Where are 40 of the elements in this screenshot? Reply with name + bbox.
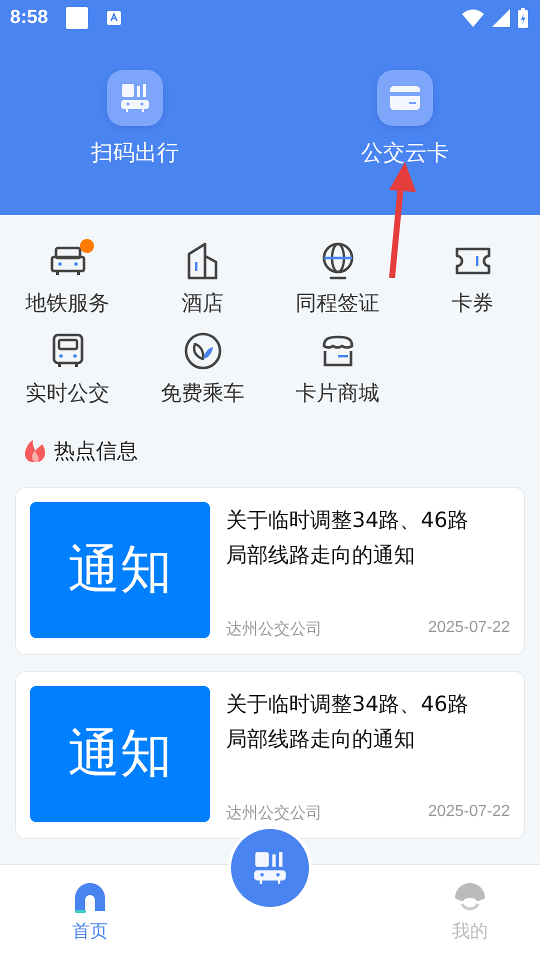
service-item[interactable]: 酒店 [135, 241, 270, 317]
notice-thumbnail: 通知 [30, 502, 210, 638]
header-action[interactable]: 扫码出行 [55, 70, 215, 168]
leaf-icon [184, 332, 222, 370]
wifi-icon [462, 9, 484, 27]
flame-icon [22, 438, 48, 464]
news-date: 2025-07-22 [428, 619, 510, 638]
header-action[interactable]: 公交云卡 [325, 70, 485, 168]
bus-icon [120, 83, 150, 113]
news-title: 关于临时调整34路、46路局部线路走向的通知 [226, 507, 470, 569]
service-item[interactable]: 地铁服务 [0, 241, 135, 317]
keyboard-icon [106, 10, 122, 26]
notice-thumbnail: 通知 [30, 686, 210, 822]
train-icon [50, 245, 86, 277]
bus-icon [253, 851, 287, 885]
bus-icon [52, 333, 84, 369]
home-icon [74, 883, 106, 913]
news-source: 达州公交公司 [226, 804, 322, 824]
news-date: 2025-07-22 [428, 803, 510, 822]
section-title: 热点信息 [54, 438, 138, 465]
battery-icon [518, 8, 528, 28]
signal-icon [492, 9, 510, 27]
globe-icon [320, 242, 356, 280]
news-source: 达州公交公司 [226, 620, 322, 640]
service-item[interactable]: 卡片商城 [270, 331, 405, 407]
news-title: 关于临时调整34路、46路局部线路走向的通知 [226, 691, 470, 753]
status-time: 8:58 [10, 7, 48, 29]
store-icon [320, 334, 356, 368]
service-item[interactable]: 卡券 [405, 241, 540, 317]
profile-icon [454, 883, 486, 913]
card-icon [390, 86, 420, 110]
notification-icon [66, 7, 88, 29]
service-item[interactable]: 实时公交 [0, 331, 135, 407]
service-item[interactable]: 同程签证 [270, 241, 405, 317]
ticket-icon [454, 246, 492, 276]
tab-item[interactable]: 首页 [60, 865, 120, 960]
building-icon [186, 242, 220, 280]
service-item[interactable]: 免费乘车 [135, 331, 270, 407]
news-card[interactable]: 通知 关于临时调整34路、46路局部线路走向的通知 达州公交公司 2025-07-22 [15, 487, 525, 655]
news-card[interactable]: 通知 关于临时调整34路、46路局部线路走向的通知 达州公交公司 2025-07-22 [15, 671, 525, 839]
